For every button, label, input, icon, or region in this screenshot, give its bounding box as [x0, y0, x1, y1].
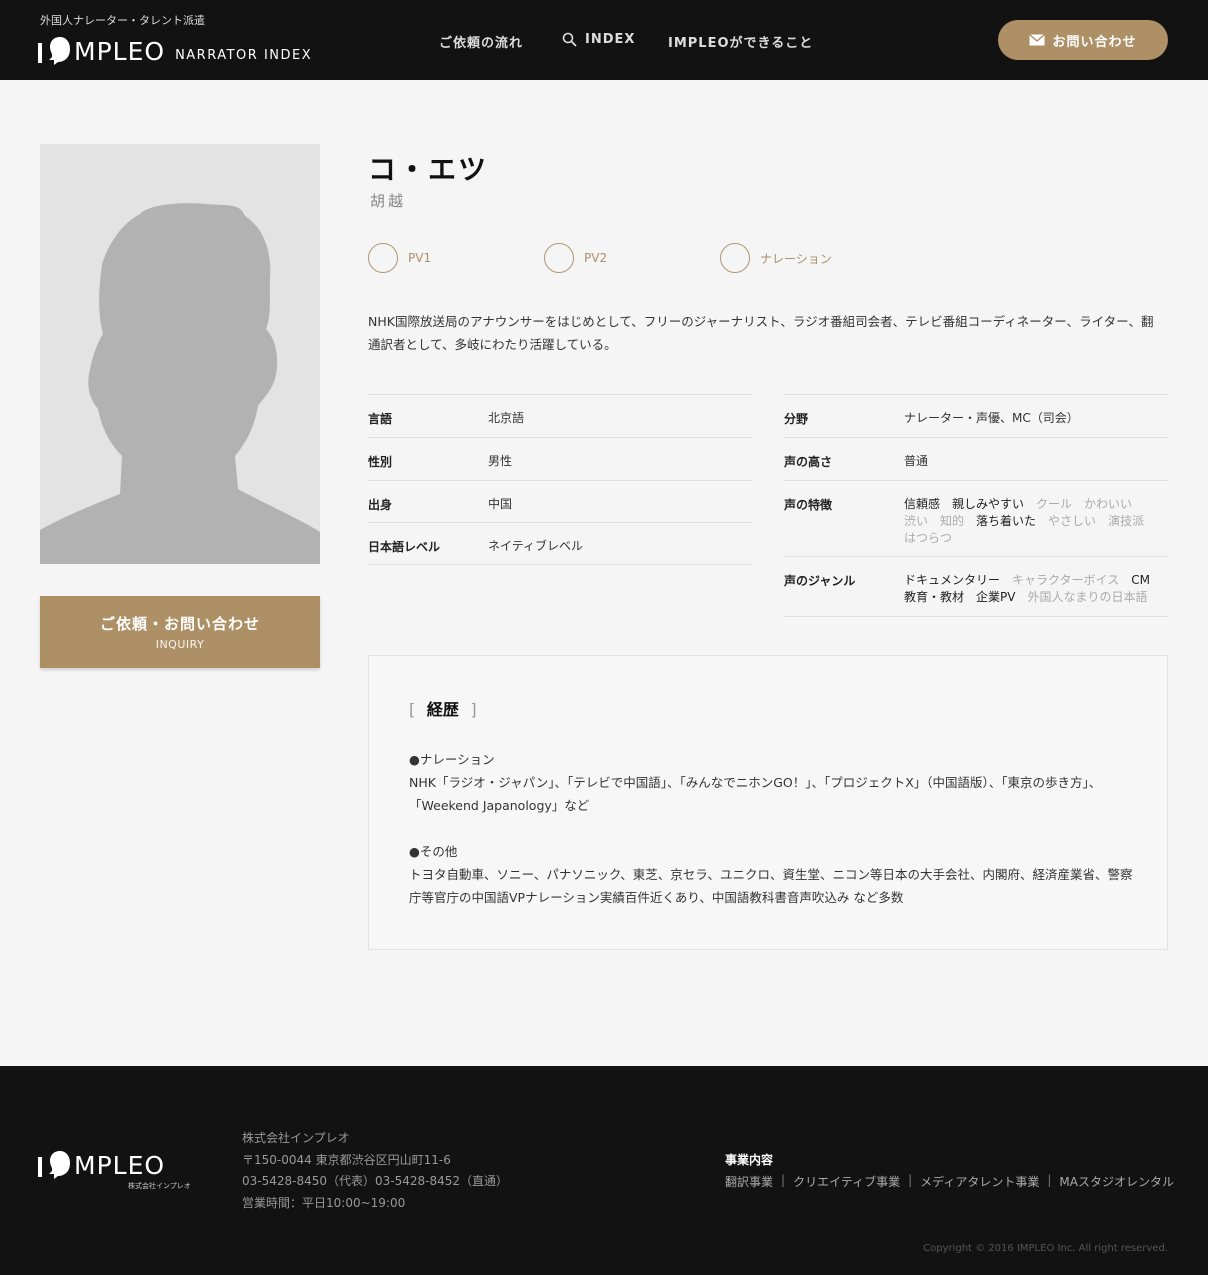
tag: 外国人なまりの日本語: [1027, 590, 1148, 604]
voice-genre-tags: ドキュメンタリー キャラクターボイス CM 教育・教材 企業PV 外国人なまりの日本語: [904, 572, 1166, 606]
narrator-name: コ・エツ: [368, 153, 489, 186]
info-row: 声の特徴 信頼感 親しみやすい クール かわいい渋い 知的 落ち着いた やさしい 演技派はつら…: [784, 481, 1168, 557]
sample-play-narration[interactable]: ナレーション: [720, 243, 832, 273]
site-logo[interactable]: MPLEO NARRATOR INDEX: [38, 34, 312, 68]
footer-link[interactable]: 翻訳事業: [725, 1173, 773, 1190]
sample-play-pv2[interactable]: PV2: [544, 243, 607, 273]
site-footer: MPLEO 株式会社インプレオ 株式会社インプレオ 〒150-0044 東京都渋…: [0, 1066, 1208, 1275]
career-narration-text: NHK「ラジオ・ジャパン」、「テレビで中国語」、「みんなでニホンGO！」、「プロ…: [409, 775, 1102, 813]
tag: やさしい: [1048, 514, 1097, 528]
tag: 渋い: [904, 514, 929, 528]
tag: 親しみやすい: [952, 497, 1025, 511]
footer-logo-subtitle: 株式会社インプレオ: [128, 1182, 191, 1190]
tag: 教育・教材: [904, 590, 965, 604]
info-row: 性別 男性: [368, 438, 752, 481]
narrator-name-kanji: 胡越: [370, 192, 407, 210]
person-silhouette-icon: [40, 203, 320, 564]
voice-feature-tags: 信頼感 親しみやすい クール かわいい渋い 知的 落ち着いた やさしい 演技派はつらつ: [904, 496, 1166, 547]
site-header: 外国人ナレーター・タレント派遣 MPLEO NARRATOR INDEX ご依頼…: [0, 0, 1208, 80]
info-row: 出身 中国: [368, 481, 752, 523]
footer-logo[interactable]: MPLEO: [38, 1150, 165, 1180]
footer-link[interactable]: メディアタレント事業: [920, 1173, 1039, 1190]
search-icon: [562, 32, 577, 47]
tag: 知的: [940, 514, 965, 528]
inquiry-button[interactable]: ご依頼・お問い合わせ INQUIRY: [40, 596, 320, 668]
career-box: [ 経歴 ] ●ナレーション NHK「ラジオ・ジャパン」、「テレビで中国語」、「…: [368, 655, 1168, 950]
career-title: [ 経歴 ]: [409, 700, 477, 719]
footer-link[interactable]: クリエイティブ事業: [793, 1173, 900, 1190]
play-circle-icon: [720, 243, 750, 273]
sample-play-pv1[interactable]: PV1: [368, 243, 431, 273]
logo-wordmark: MPLEO: [74, 36, 166, 66]
footer-link[interactable]: MAスタジオレンタル: [1059, 1173, 1174, 1190]
info-row: 声の高さ 普通: [784, 438, 1168, 481]
info-table-right: 分野 ナレーター・声優、MC（司会） 声の高さ 普通 声の特徴 信頼感 親しみやす…: [784, 394, 1168, 617]
nav-flow[interactable]: ご依頼の流れ: [439, 32, 523, 51]
tag: CM: [1131, 573, 1150, 587]
tag: かわいい: [1084, 497, 1133, 511]
career-other-text: トヨタ自動車、ソニー、パナソニック、東芝、京セラ、ユニクロ、資生堂、ニコン等日本…: [409, 867, 1133, 905]
tag: キャラクターボイス: [1012, 573, 1120, 587]
info-row: 声のジャンル ドキュメンタリー キャラクターボイス CM教育・教材 企業PV 外国人なま…: [784, 557, 1168, 617]
tag: ドキュメンタリー: [904, 573, 1001, 587]
nav-index[interactable]: INDEX: [562, 32, 635, 47]
career-body: ●ナレーション NHK「ラジオ・ジャパン」、「テレビで中国語」、「みんなでニホン…: [409, 748, 1134, 909]
info-row: 分野 ナレーター・声優、MC（司会）: [784, 395, 1168, 438]
play-circle-icon: [544, 243, 574, 273]
info-row: 日本語レベル ネイティブレベル: [368, 523, 752, 565]
company-info: 株式会社インプレオ 〒150-0044 東京都渋谷区円山町11-6 03-542…: [242, 1131, 509, 1210]
head-silhouette-icon: [48, 36, 72, 66]
profile-photo-placeholder: [40, 144, 320, 564]
info-table-left: 言語 北京語 性別 男性 出身 中国 日本語レベル ネイティブレベル: [368, 394, 752, 565]
tag: 信頼感: [904, 497, 941, 511]
tag: 落ち着いた: [976, 514, 1037, 528]
mail-icon: [1029, 34, 1046, 46]
logo-subtitle: NARRATOR INDEX: [175, 47, 313, 63]
head-silhouette-icon: [48, 1150, 72, 1180]
copyright: Copyright © 2016 IMPLEO Inc. All right r…: [923, 1243, 1168, 1254]
tag: クール: [1036, 497, 1073, 511]
tag: 企業PV: [976, 590, 1016, 604]
tag: はつらつ: [904, 531, 953, 545]
career-narration-heading: ●ナレーション: [409, 752, 495, 767]
header-tagline: 外国人ナレーター・タレント派遣: [40, 14, 205, 27]
nav-services[interactable]: IMPLEOができること: [668, 32, 813, 51]
profile-description: NHK国際放送局のアナウンサーをはじめとして、フリーのジャーナリスト、ラジオ番組…: [368, 314, 1154, 352]
career-other-heading: ●その他: [409, 844, 458, 859]
tag: 演技派: [1108, 514, 1145, 528]
contact-button[interactable]: お問い合わせ: [998, 20, 1168, 60]
info-row: 言語 北京語: [368, 395, 752, 438]
play-circle-icon: [368, 243, 398, 273]
business-links: 翻訳事業 | クリエイティブ事業 | メディアタレント事業 | MAスタジオレン…: [725, 1173, 1174, 1190]
footer-logo-wordmark: MPLEO: [74, 1150, 166, 1180]
business-title: 事業内容: [725, 1153, 774, 1167]
